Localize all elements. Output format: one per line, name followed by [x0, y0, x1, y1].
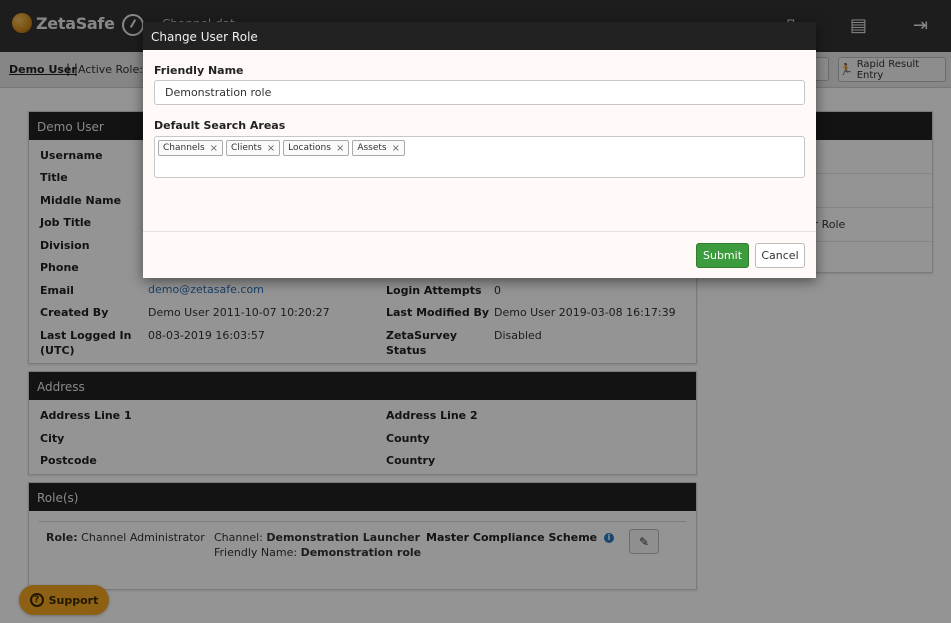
tag-assets: Assets × — [352, 140, 406, 156]
tag-label: Locations — [288, 143, 331, 153]
default-search-areas-label: Default Search Areas — [154, 119, 286, 132]
submit-button[interactable]: Submit — [696, 243, 749, 268]
tag-label: Channels — [163, 143, 205, 153]
remove-tag-icon[interactable]: × — [267, 143, 275, 154]
dialog-title: Change User Role — [143, 22, 816, 50]
remove-tag-icon[interactable]: × — [392, 143, 400, 154]
tag-label: Assets — [357, 143, 387, 153]
dialog-footer-divider — [143, 231, 816, 232]
friendly-name-label: Friendly Name — [154, 64, 244, 77]
remove-tag-icon[interactable]: × — [336, 143, 344, 154]
friendly-name-input[interactable] — [154, 80, 805, 105]
remove-tag-icon[interactable]: × — [210, 143, 218, 154]
default-search-areas-input[interactable]: Channels × Clients × Locations × Assets … — [154, 136, 805, 178]
cancel-button[interactable]: Cancel — [755, 243, 805, 268]
tag-channels: Channels × — [158, 140, 224, 156]
change-user-role-dialog: Change User Role Friendly Name Default S… — [143, 22, 816, 278]
tag-label: Clients — [231, 143, 262, 153]
tag-clients: Clients × — [226, 140, 281, 156]
tag-locations: Locations × — [283, 140, 350, 156]
